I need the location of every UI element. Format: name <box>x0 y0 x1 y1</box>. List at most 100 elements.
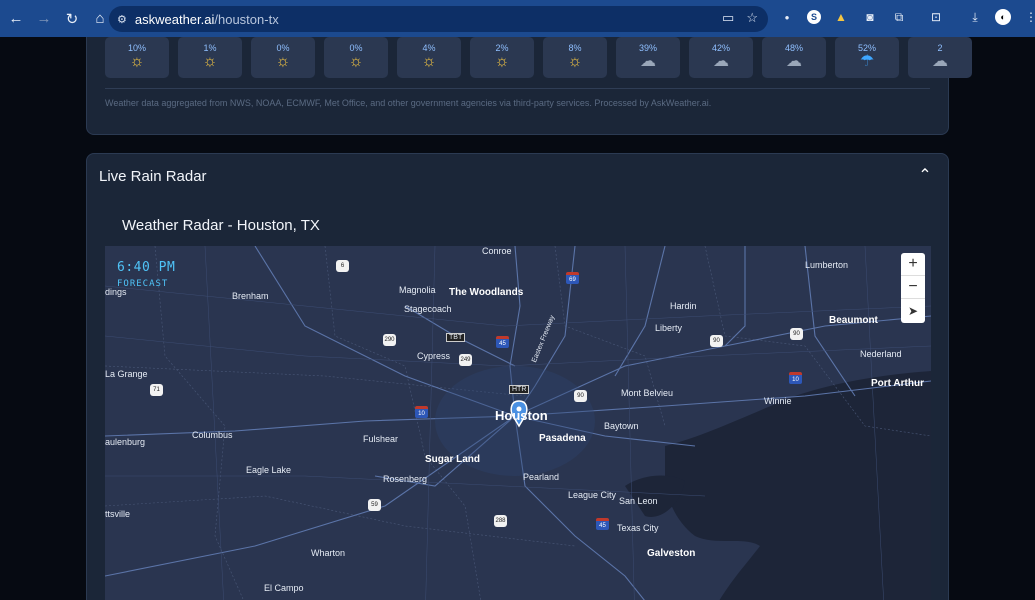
sun-icon: ☼ <box>567 53 583 70</box>
city-label: Baytown <box>604 421 639 431</box>
cast-icon[interactable]: ▭ <box>722 10 734 26</box>
city-label: ttsville <box>105 509 131 519</box>
city-label: San Leon <box>619 496 658 506</box>
compass-icon[interactable]: ➤ <box>901 299 925 322</box>
city-label: Wharton <box>311 548 346 558</box>
hourly-forecast-card: 10% ☼ 1% ☼ 0% ☼ 0% ☼ 4% ☼ 2% ☼ 8% ☼ 39% ☁ 42% ☁ 48% ☁ 52% ☂ 2 ☁… <box>86 37 972 135</box>
city-label: Lumberton <box>805 260 849 270</box>
url-domain: askweather.ai <box>134 11 215 27</box>
hour-card[interactable]: 39% ☁ <box>616 37 680 78</box>
city-label: Hardin <box>670 301 697 311</box>
camera-icon[interactable]: ◙ <box>861 8 879 26</box>
hour-card[interactable]: 2% ☼ <box>470 37 534 78</box>
city-label: Columbus <box>192 430 233 440</box>
highway-shield: 288 <box>494 515 507 527</box>
precip-chance: 4% <box>422 43 436 53</box>
menu-kebab-icon[interactable]: ⋮ <box>1022 8 1035 26</box>
radar-title: Weather Radar - Houston, TX <box>122 217 320 234</box>
airport-label: TBT <box>446 333 466 342</box>
hour-card[interactable]: 52% ☂ <box>835 37 899 78</box>
zoom-in-button[interactable]: + <box>901 253 925 276</box>
sun-icon: ☼ <box>421 53 437 70</box>
radar-section-header[interactable]: Live Rain Radar <box>99 168 207 185</box>
back-arrow-icon[interactable]: ← <box>3 6 29 32</box>
highway-shield: 90 <box>790 328 803 340</box>
radar-time: 6:40 PM <box>117 260 176 275</box>
sun-icon: ☼ <box>348 53 364 70</box>
city-label: Galveston <box>647 548 696 559</box>
city-label: Nederland <box>860 349 902 359</box>
interstate-shield: 45 <box>496 336 509 348</box>
interstate-shield: 10 <box>789 372 802 384</box>
hour-card[interactable]: 42% ☁ <box>689 37 753 78</box>
hour-card[interactable]: 8% ☼ <box>543 37 607 78</box>
city-label: La Grange <box>105 369 148 379</box>
cloud-icon: ☁ <box>713 53 729 70</box>
reload-icon[interactable]: ↻ <box>59 6 85 32</box>
sun-icon: ☼ <box>275 53 291 70</box>
precip-chance: 48% <box>784 43 803 53</box>
highway-shield: 249 <box>459 354 472 366</box>
city-label: Rosenberg <box>383 474 428 484</box>
star-icon[interactable]: ☆ <box>746 10 758 26</box>
city-label: aulenburg <box>105 437 146 447</box>
interstate-shield: 10 <box>415 406 428 418</box>
city-label: League City <box>568 490 617 500</box>
precip-chance: 2 <box>937 43 943 53</box>
city-label: Mont Belvieu <box>621 388 674 398</box>
city-label: dings <box>105 287 127 297</box>
cloud-icon: ☁ <box>932 53 948 70</box>
zoom-out-button[interactable]: − <box>901 276 925 299</box>
airport-label: HTR <box>509 385 530 394</box>
extension-s-icon[interactable]: S <box>807 10 821 24</box>
hour-card[interactable]: 48% ☁ <box>762 37 826 78</box>
forward-arrow-icon[interactable]: → <box>31 6 57 32</box>
highway-shield: 59 <box>368 499 381 511</box>
tab-search-icon[interactable]: ⊡ <box>927 8 945 26</box>
city-label: Winnie <box>764 396 792 406</box>
precip-chance: 8% <box>568 43 582 53</box>
highway-shield: 290 <box>383 334 396 346</box>
interstate-shield: 69 <box>566 272 579 284</box>
city-label: Stagecoach <box>404 304 452 314</box>
site-info-icon[interactable]: ⚙ <box>117 13 127 26</box>
precip-chance: 52% <box>857 43 876 53</box>
hour-card[interactable]: 10% ☼ <box>105 37 169 78</box>
city-label: Port Arthur <box>871 378 924 389</box>
hour-card[interactable]: 1% ☼ <box>178 37 242 78</box>
hourly-strip[interactable]: 10% ☼ 1% ☼ 0% ☼ 0% ☼ 4% ☼ 2% ☼ 8% ☼ 39% ☁ 42% ☁ 48% ☁ 52% ☂ 2 ☁ <box>105 37 972 78</box>
page-content: 10% ☼ 1% ☼ 0% ☼ 0% ☼ 4% ☼ 2% ☼ 8% ☼ 39% ☁ 42% ☁ 48% ☁ 52% ☂ 2 ☁… <box>0 37 1035 600</box>
download-icon[interactable]: ⤓ <box>966 8 984 26</box>
city-label: Brenham <box>232 291 269 301</box>
chevron-up-icon[interactable]: ⌃ <box>916 166 934 184</box>
hour-card[interactable]: 4% ☼ <box>397 37 461 78</box>
extensions-puzzle-icon[interactable]: ⧉ <box>890 8 908 26</box>
highway-shield: 6 <box>336 260 349 272</box>
hour-card[interactable]: 0% ☼ <box>251 37 315 78</box>
sun-icon: ☼ <box>129 53 145 70</box>
address-bar[interactable]: ⚙ askweather.ai /houston-tx ▭ ☆ <box>109 6 768 32</box>
city-label: Beaumont <box>829 315 878 326</box>
divider <box>105 88 930 89</box>
city-label: Sugar Land <box>425 454 481 465</box>
sun-icon: ☼ <box>202 53 218 70</box>
precip-chance: 0% <box>276 43 290 53</box>
city-label: The Woodlands <box>449 287 524 298</box>
data-source-note: Weather data aggregated from NWS, NOAA, … <box>105 98 712 108</box>
city-label: Liberty <box>655 323 683 333</box>
city-label: Pearland <box>523 472 560 482</box>
hour-card[interactable]: 2 ☁ <box>908 37 972 78</box>
radar-card: Live Rain Radar ⌃ Weather Radar - Housto… <box>86 153 949 600</box>
drive-icon[interactable]: ▲ <box>832 8 850 26</box>
precip-chance: 1% <box>203 43 217 53</box>
precip-chance: 2% <box>495 43 509 53</box>
cloud-icon: ☁ <box>640 53 656 70</box>
profile-avatar-icon[interactable]: ◐ <box>995 9 1011 25</box>
radar-map[interactable]: 6:40 PM FORECAST + − ➤ Conroe Lumberton … <box>105 246 931 600</box>
extension-dot-icon[interactable]: ● <box>778 8 796 26</box>
hour-card[interactable]: 0% ☼ <box>324 37 388 78</box>
city-label: Pasadena <box>539 433 586 444</box>
city-label: Fulshear <box>363 434 399 444</box>
city-label: Conroe <box>482 246 512 256</box>
precip-chance: 42% <box>711 43 730 53</box>
